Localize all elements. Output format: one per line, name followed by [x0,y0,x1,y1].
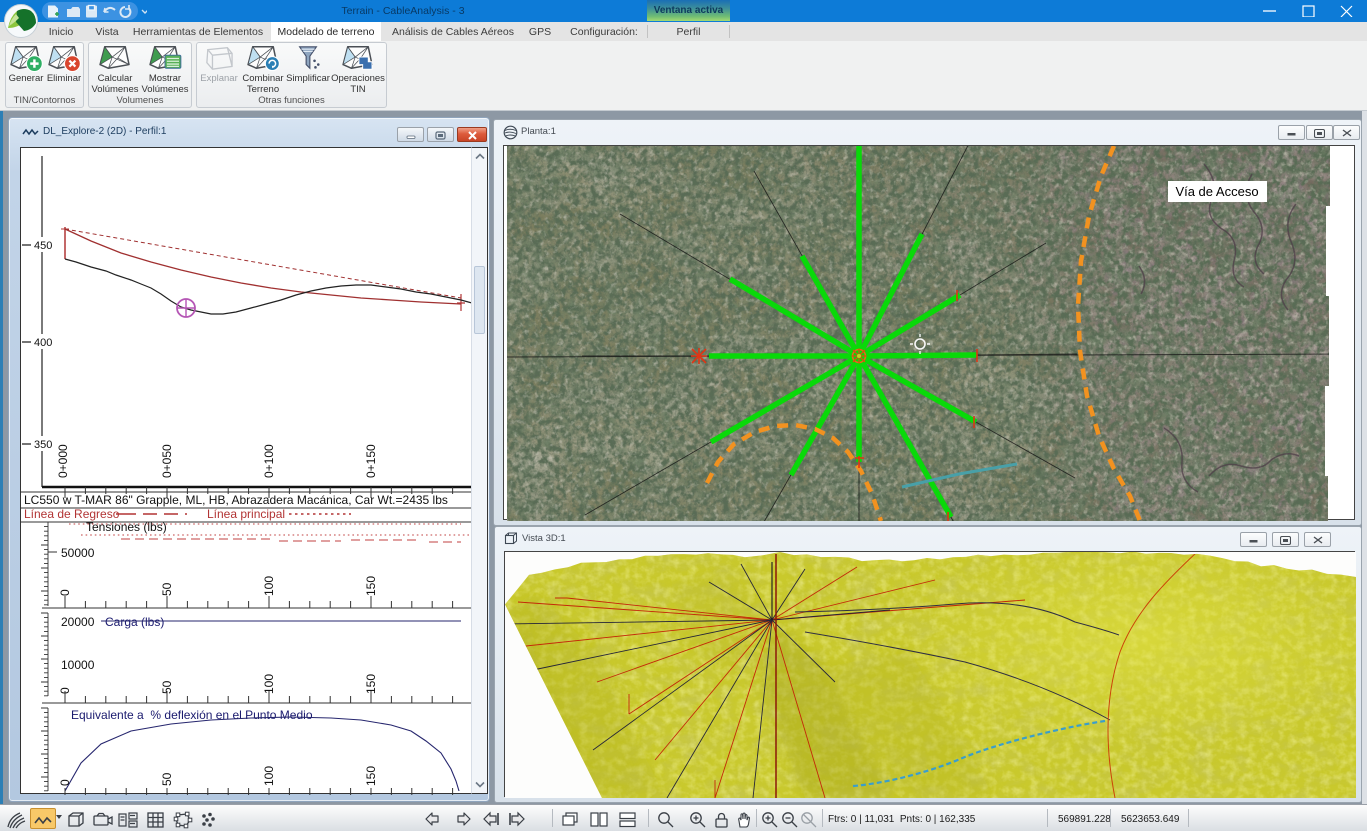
svg-text:100: 100 [262,766,276,786]
svg-text:LC550 w T-MAR 86" Grapple, ML,: LC550 w T-MAR 86" Grapple, ML, HB, Abraz… [24,493,448,507]
svg-text:100: 100 [262,576,276,596]
svg-text:Tensiones (lbs): Tensiones (lbs) [86,520,167,534]
svg-text:Equivalente a % deflexión en: Equivalente a % deflexión en el Punto Me… [71,708,313,722]
svg-text:150: 150 [364,766,378,786]
svg-text:50000: 50000 [61,546,95,560]
svg-text:350: 350 [34,439,52,451]
svg-text:150: 150 [364,576,378,596]
svg-text:400: 400 [34,337,52,349]
svg-text:50: 50 [160,772,174,786]
svg-text:0: 0 [58,589,72,596]
svg-text:150: 150 [364,674,378,694]
svg-text:10000: 10000 [61,658,95,672]
svg-text:100: 100 [262,674,276,694]
svg-text:Línea principal: Línea principal [207,507,285,521]
svg-text:450: 450 [34,240,52,252]
svg-text:Vía de Acceso: Vía de Acceso [1175,184,1258,199]
svg-text:0: 0 [58,779,72,786]
svg-text:50: 50 [160,582,174,596]
svg-text:0+000: 0+000 [56,444,70,478]
svg-text:0+150: 0+150 [364,444,378,478]
svg-text:0+050: 0+050 [160,444,174,478]
svg-text:0+100: 0+100 [262,444,276,478]
svg-text:Línea de Regreso: Línea de Regreso [24,507,120,521]
svg-text:Carga (lbs): Carga (lbs) [105,615,164,629]
svg-text:20000: 20000 [61,615,95,629]
